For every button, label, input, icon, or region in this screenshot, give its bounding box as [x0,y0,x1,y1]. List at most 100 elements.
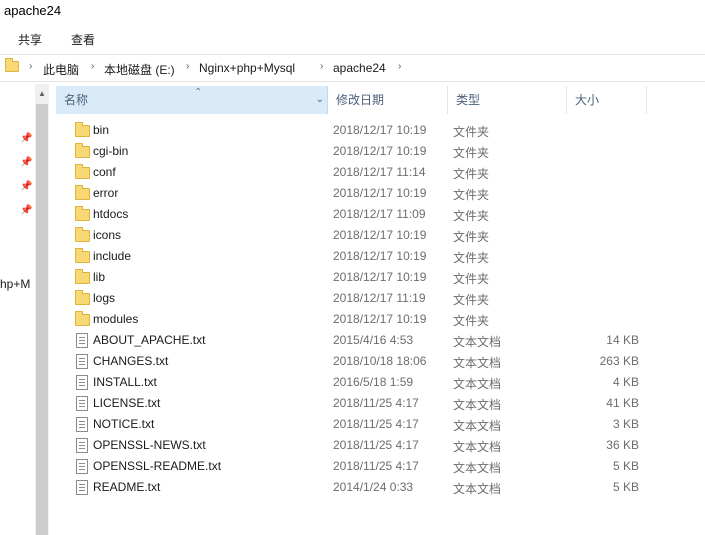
file-size: 5 KB [612,480,639,494]
file-row[interactable]: INSTALL.txt 2016/5/18 1:59 文本文档 4 KB [52,372,652,393]
file-date: 2018/12/17 10:19 [333,186,427,200]
file-row[interactable]: icons 2018/12/17 10:19 文件夹 [52,225,652,246]
ribbon-tab-view[interactable]: 查看 [71,31,95,48]
text-file-icon [76,480,88,495]
pin-icon[interactable]: 📌 [20,182,32,192]
file-row[interactable]: error 2018/12/17 10:19 文件夹 [52,183,652,204]
chevron-right-icon[interactable]: › [398,61,401,72]
file-date: 2018/12/17 10:19 [333,249,427,263]
file-type: 文件夹 [453,188,490,202]
file-name: CHANGES.txt [93,354,169,368]
file-type: 文件夹 [453,125,490,139]
folder-icon [75,248,90,263]
file-type: 文件夹 [453,272,490,286]
folder-icon [75,290,90,305]
file-row[interactable]: logs 2018/12/17 11:19 文件夹 [52,288,652,309]
file-row[interactable]: cgi-bin 2018/12/17 10:19 文件夹 [52,141,652,162]
file-name: OPENSSL-NEWS.txt [93,438,206,452]
navigation-item-clipped[interactable]: hp+M [0,277,30,291]
folder-icon [5,58,19,72]
navigation-pane: 📌 📌 📌 📌 [0,84,35,535]
folder-icon [75,143,90,158]
chevron-right-icon[interactable]: › [29,61,32,72]
file-date: 2018/12/17 10:19 [333,270,427,284]
file-date: 2018/11/25 4:17 [333,438,419,452]
file-date: 2018/12/17 10:19 [333,123,427,137]
ribbon-tab-share[interactable]: 共享 [18,31,42,48]
file-date: 2018/12/17 10:19 [333,144,427,158]
file-type: 文件夹 [453,314,490,328]
navigation-scrollbar[interactable]: ▲ [35,84,49,535]
file-name: NOTICE.txt [93,417,155,431]
file-type: 文本文档 [453,482,502,496]
file-name: README.txt [93,480,161,494]
file-row[interactable]: OPENSSL-NEWS.txt 2018/11/25 4:17 文本文档 36 KB [52,435,652,456]
file-row[interactable]: CHANGES.txt 2018/10/18 18:06 文本文档 263 KB [52,351,652,372]
breadcrumb-local-disk[interactable]: 本地磁盘 (E:) [104,61,175,78]
file-size: 41 KB [606,396,639,410]
file-row[interactable]: OPENSSL-README.txt 2018/11/25 4:17 文本文档 5 K… [52,456,652,477]
file-name: OPENSSL-README.txt [93,459,222,473]
folder-icon [75,227,90,242]
address-bar[interactable]: › 此电脑 › 本地磁盘 (E:) › Nginx+php+Mysql › ap… [0,54,705,82]
column-header-type[interactable]: 类型 [448,86,567,114]
file-row[interactable]: LICENSE.txt 2018/11/25 4:17 文本文档 41 KB [52,393,652,414]
file-type: 文件夹 [453,230,490,244]
file-size: 4 KB [612,375,639,389]
file-name: bin [93,123,110,137]
file-name: modules [93,312,139,326]
scroll-thumb[interactable] [36,104,48,535]
column-header-date-label: 修改日期 [336,93,385,107]
scroll-up-arrow-icon[interactable]: ▲ [35,88,49,100]
file-size: 3 KB [612,417,639,431]
breadcrumb-apache24[interactable]: apache24 [333,61,386,75]
text-file-icon [76,459,88,474]
file-name: lib [93,270,106,284]
file-row[interactable]: README.txt 2014/1/24 0:33 文本文档 5 KB [52,477,652,498]
sort-ascending-icon: ⌃ [194,87,203,98]
ribbon: 共享 查看 [0,26,705,52]
file-row[interactable]: ABOUT_APACHE.txt 2015/4/16 4:53 文本文档 14 KB [52,330,652,351]
pin-icon[interactable]: 📌 [20,158,32,168]
chevron-right-icon[interactable]: › [91,61,94,72]
file-row[interactable]: htdocs 2018/12/17 11:09 文件夹 [52,204,652,225]
file-date: 2018/12/17 11:14 [333,165,426,179]
file-type: 文本文档 [453,419,502,433]
pin-icon[interactable]: 📌 [20,206,32,216]
folder-icon [75,164,90,179]
chevron-right-icon[interactable]: › [186,61,189,72]
window-title: apache24 [4,3,62,18]
text-file-icon [76,417,88,432]
file-type: 文本文档 [453,440,502,454]
file-row[interactable]: bin 2018/12/17 10:19 文件夹 [52,120,652,141]
file-type: 文件夹 [453,293,490,307]
file-row[interactable]: modules 2018/12/17 10:19 文件夹 [52,309,652,330]
file-type: 文本文档 [453,356,502,370]
breadcrumb-this-pc[interactable]: 此电脑 [43,61,79,78]
file-name: INSTALL.txt [93,375,157,389]
file-type: 文本文档 [453,461,502,475]
file-name: LICENSE.txt [93,396,161,410]
pin-icon[interactable]: 📌 [20,134,32,144]
file-row[interactable]: lib 2018/12/17 10:19 文件夹 [52,267,652,288]
column-header-date[interactable]: 修改日期 [328,86,448,114]
file-size: 14 KB [606,333,639,347]
file-row[interactable]: NOTICE.txt 2018/11/25 4:17 文本文档 3 KB [52,414,652,435]
breadcrumb-nginx-php-mysql[interactable]: Nginx+php+Mysql [199,61,295,75]
file-name: conf [93,165,116,179]
text-file-icon [76,375,88,390]
file-type: 文件夹 [453,146,490,160]
column-header-size[interactable]: 大小 [567,86,647,114]
chevron-right-icon[interactable]: › [320,61,323,72]
text-file-icon [76,333,88,348]
file-row[interactable]: include 2018/12/17 10:19 文件夹 [52,246,652,267]
file-date: 2018/11/25 4:17 [333,459,419,473]
file-date: 2018/12/17 11:09 [333,207,426,221]
chevron-down-icon[interactable]: ⌄ [316,86,324,114]
folder-icon [75,206,90,221]
folder-icon [75,185,90,200]
column-header-name-label: 名称 [64,93,89,107]
file-row[interactable]: conf 2018/12/17 11:14 文件夹 [52,162,652,183]
file-type: 文件夹 [453,251,490,265]
column-header-name[interactable]: ⌃ 名称 ⌄ [56,86,328,114]
